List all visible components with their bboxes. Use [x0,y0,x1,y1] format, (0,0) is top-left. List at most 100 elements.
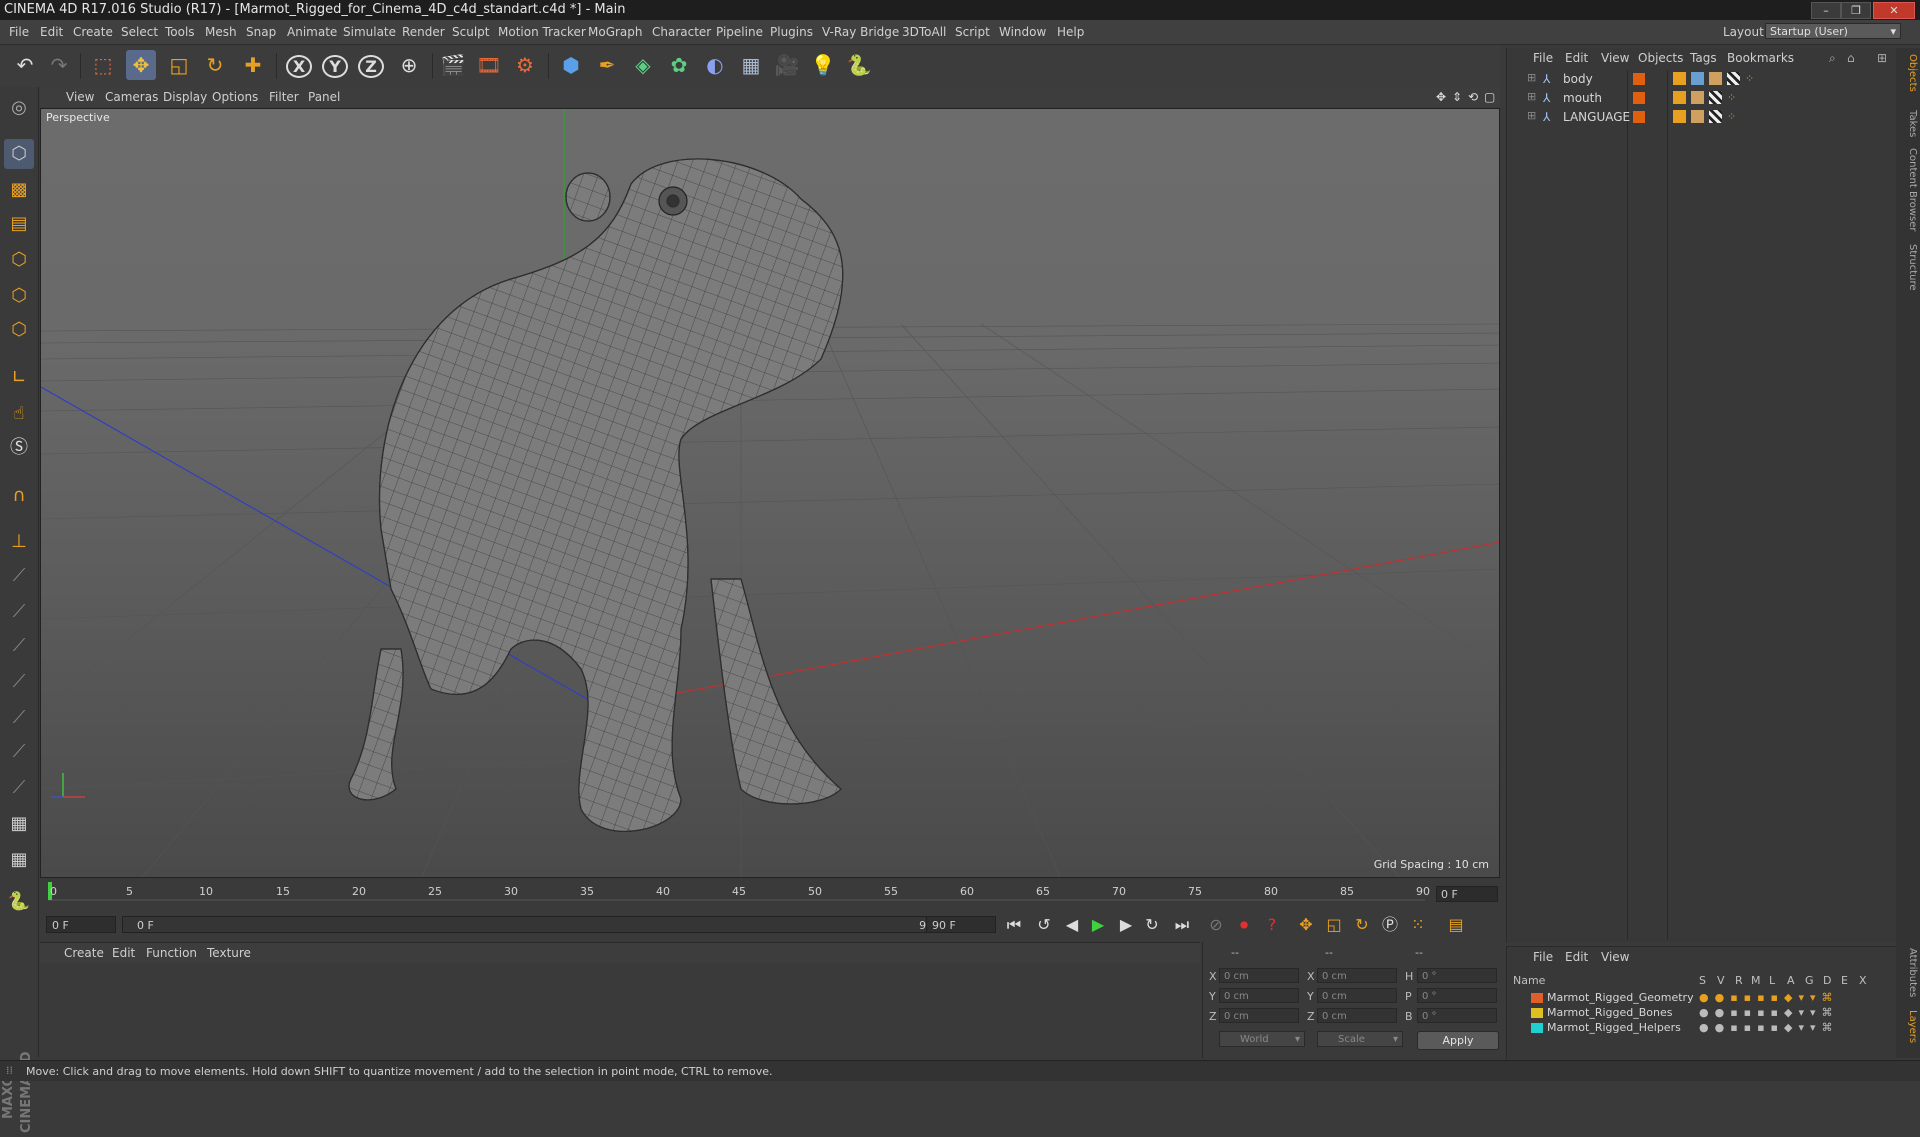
material-area[interactable] [40,963,1200,1058]
world-coord-icon[interactable]: ⊕ [394,50,424,80]
texture-tag-icon[interactable] [1709,91,1722,104]
menu-plugins[interactable]: Plugins [770,25,813,39]
layer-flags-icon[interactable]: ●●▪▪▪▪◆▾▾⌘ [1699,1021,1839,1034]
menu-mesh[interactable]: Mesh [205,25,237,39]
material-menu-create[interactable]: Create [64,946,104,960]
menu-tools[interactable]: Tools [165,25,195,39]
previous-key-icon[interactable]: ↺ [1032,913,1056,937]
size-x-field[interactable]: 0 cm [1317,968,1397,983]
menu-create[interactable]: Create [73,25,113,39]
minimize-button[interactable]: – [1811,2,1841,19]
position-z-field[interactable]: 0 cm [1219,1008,1299,1023]
render-view-icon[interactable]: 🎬 [438,50,468,80]
axis-mode-icon[interactable]: ∟ [4,363,34,393]
texture-tag-icon[interactable] [1727,72,1740,85]
home-icon[interactable]: ⌂ [1847,51,1855,65]
current-frame-field[interactable]: 0 F [1436,886,1498,902]
object-menu-tags[interactable]: Tags [1690,51,1717,65]
tab-objects[interactable]: Objects [1898,54,1918,92]
keyframe-selection-icon[interactable]: ? [1260,913,1284,937]
menu-pipeline[interactable]: Pipeline [716,25,763,39]
ik-tool-icon[interactable]: ⟋ [4,597,34,627]
tab-attributes[interactable]: Attributes [1898,948,1918,997]
tab-structure[interactable]: Structure [1898,244,1918,291]
go-to-end-icon[interactable]: ⏭ [1170,913,1194,937]
cloner-icon[interactable]: ✿ [664,50,694,80]
expand-icon[interactable]: ⊞ [1527,109,1536,122]
undo-icon[interactable]: ↶ [10,50,40,80]
menu-animate[interactable]: Animate [287,25,337,39]
menu-edit[interactable]: Edit [40,25,63,39]
menu-render[interactable]: Render [402,25,445,39]
tag-icon[interactable] [1673,91,1686,104]
tab-takes[interactable]: Takes [1898,110,1918,137]
end-frame-field[interactable]: 90 F [926,916,996,933]
apply-button[interactable]: Apply [1417,1031,1499,1050]
tag-icon[interactable] [1673,110,1686,123]
previous-frame-icon[interactable]: ◀ [1060,913,1084,937]
lock-workplane-icon[interactable]: ▦ [4,809,34,839]
menu-snap[interactable]: Snap [246,25,276,39]
select-icon[interactable]: ⬚ [88,50,118,80]
material-tag-icon[interactable] [1691,110,1704,123]
position-x-field[interactable]: 0 cm [1219,968,1299,983]
layer-menu-file[interactable]: File [1533,950,1553,964]
model-mode-icon[interactable]: ⬡ [4,139,34,169]
texture-tag-icon[interactable] [1709,110,1722,123]
menu-vray-bridge[interactable]: V-Ray Bridge [822,25,899,39]
viewport-perspective[interactable]: Perspective Grid Spacing : 10 cm [40,108,1500,878]
size-z-field[interactable]: 0 cm [1317,1008,1397,1023]
menu-simulate[interactable]: Simulate [343,25,396,39]
tag-icon[interactable] [1673,72,1686,85]
edit-render-settings-icon[interactable]: ⚙ [510,50,540,80]
rotation-p-field[interactable]: 0 ° [1417,988,1497,1003]
record-keys-icon[interactable]: ⊘ [1204,913,1228,937]
new-window-icon[interactable]: ⊞ [1877,51,1887,65]
subdivision-icon[interactable]: ◈ [628,50,658,80]
layer-flags-icon[interactable]: ●●▪▪▪▪◆▾▾⌘ [1699,1006,1839,1019]
menu-window[interactable]: Window [999,25,1046,39]
menu-character[interactable]: Character [652,25,711,39]
next-key-icon[interactable]: ↻ [1140,913,1164,937]
timeline-ruler[interactable]: 0 5 10 15 20 25 30 35 40 45 50 55 60 65 … [40,878,1500,908]
object-menu-file[interactable]: File [1533,51,1553,65]
layer-menu-edit[interactable]: Edit [1565,950,1588,964]
brush-tool-icon[interactable]: ⟋ [4,737,34,767]
material-tag-icon[interactable] [1691,91,1704,104]
object-menu-objects[interactable]: Objects [1638,51,1683,65]
restore-button[interactable]: ❐ [1841,2,1871,19]
layer-color-swatch[interactable] [1531,993,1543,1003]
object-menu-bookmarks[interactable]: Bookmarks [1727,51,1794,65]
scale-icon[interactable]: ◱ [164,50,194,80]
object-row-language[interactable]: ⊞ ⅄ LANGUAGE ⁘ [1507,108,1877,126]
viewport-menu-panel[interactable]: Panel [308,90,340,104]
cube-icon[interactable]: ⬢ [556,50,586,80]
object-row-mouth[interactable]: ⊞ ⅄ mouth ⁘ [1507,89,1877,107]
key-rotation-icon[interactable]: ↻ [1350,913,1374,937]
start-frame-field[interactable]: 0 F [46,916,116,933]
menu-help[interactable]: Help [1057,25,1084,39]
workplane-icon[interactable]: ▤ [4,209,34,239]
key-pla-icon[interactable]: ⁙ [1406,913,1430,937]
viewport-maximize-icon[interactable]: ▢ [1484,90,1495,104]
layer-color-swatch[interactable] [1531,1023,1543,1033]
weight-tag-icon[interactable]: ⁘ [1745,72,1758,85]
menu-mograph[interactable]: MoGraph [588,25,643,39]
menu-motion-tracker[interactable]: Motion Tracker [498,25,586,39]
key-parameter-icon[interactable]: Ⓟ [1378,913,1402,937]
planar-workplane-icon[interactable]: ▦ [4,845,34,875]
tweak-mode-icon[interactable]: ☝ [4,399,34,429]
points-mode-icon[interactable]: ⬡ [4,245,34,275]
joint-tool-icon[interactable]: ⊥ [4,527,34,557]
viewport-menu-display[interactable]: Display [163,90,207,104]
snap-icon[interactable]: Ⓢ [4,433,34,463]
weight-tag-icon[interactable]: ⁘ [1727,110,1740,123]
viewport-menu-filter[interactable]: Filter [269,90,299,104]
material-menu-edit[interactable]: Edit [112,946,135,960]
material-menu-function[interactable]: Function [146,946,197,960]
play-icon[interactable]: ▶ [1086,913,1110,937]
deformer-icon[interactable]: ◐ [700,50,730,80]
menu-select[interactable]: Select [121,25,158,39]
rotation-b-field[interactable]: 0 ° [1417,1008,1497,1023]
viewport-move-icon[interactable]: ✥ [1436,90,1446,104]
